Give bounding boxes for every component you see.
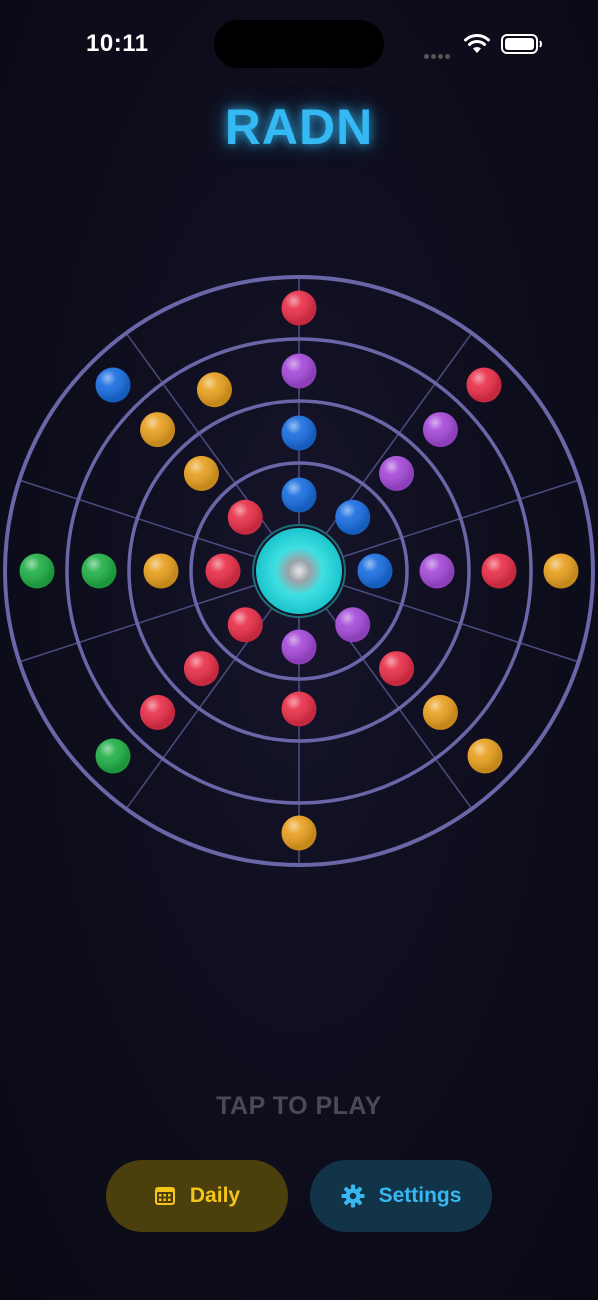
game-ball <box>196 372 232 408</box>
status-time: 10:11 <box>86 30 149 57</box>
dynamic-island <box>214 20 384 68</box>
game-ball <box>143 553 179 589</box>
game-ball <box>281 415 317 451</box>
game-ball <box>281 815 317 851</box>
game-ball <box>422 694 458 730</box>
game-ball <box>183 455 219 491</box>
game-ball <box>281 353 317 389</box>
game-ball <box>95 738 131 774</box>
game-ball <box>379 455 415 491</box>
settings-button[interactable]: Settings <box>310 1160 492 1232</box>
status-bar: 10:11 <box>0 0 598 90</box>
game-ball <box>281 629 317 665</box>
game-ball <box>81 553 117 589</box>
game-ball <box>95 367 131 403</box>
game-ball <box>227 607 263 643</box>
daily-button-label: Daily <box>189 1184 241 1207</box>
tap-to-play-prompt: TAP TO PLAY <box>216 1092 382 1120</box>
game-ball <box>140 412 176 448</box>
game-ball <box>419 553 455 589</box>
game-ball <box>379 651 415 687</box>
settings-button-label: Settings <box>378 1184 462 1207</box>
wifi-icon <box>464 34 490 53</box>
game-ball <box>357 553 393 589</box>
daily-button[interactable]: Daily <box>106 1160 288 1232</box>
center-core[interactable] <box>252 524 346 618</box>
game-ball <box>281 290 317 326</box>
game-ball <box>281 691 317 727</box>
game-ball <box>335 607 371 643</box>
game-ball <box>422 412 458 448</box>
game-ball <box>281 477 317 513</box>
board-spoke <box>342 479 579 558</box>
game-ball <box>335 499 371 535</box>
board-spoke <box>342 584 579 663</box>
game-ball <box>481 553 517 589</box>
game-ball <box>140 694 176 730</box>
board-spoke <box>19 479 256 558</box>
game-ball <box>183 651 219 687</box>
game-ball <box>227 499 263 535</box>
battery-icon <box>501 34 542 54</box>
game-ball <box>467 738 503 774</box>
game-ball <box>543 553 579 589</box>
game-ball <box>205 553 241 589</box>
game-ball <box>19 553 55 589</box>
game-ball <box>466 367 502 403</box>
board-spoke <box>19 584 256 663</box>
app-title: RADN <box>224 99 374 155</box>
calendar-icon <box>154 1187 175 1205</box>
game-board[interactable] <box>0 272 598 870</box>
cellular-signal-icon <box>424 46 452 64</box>
gear-icon <box>341 1184 365 1208</box>
